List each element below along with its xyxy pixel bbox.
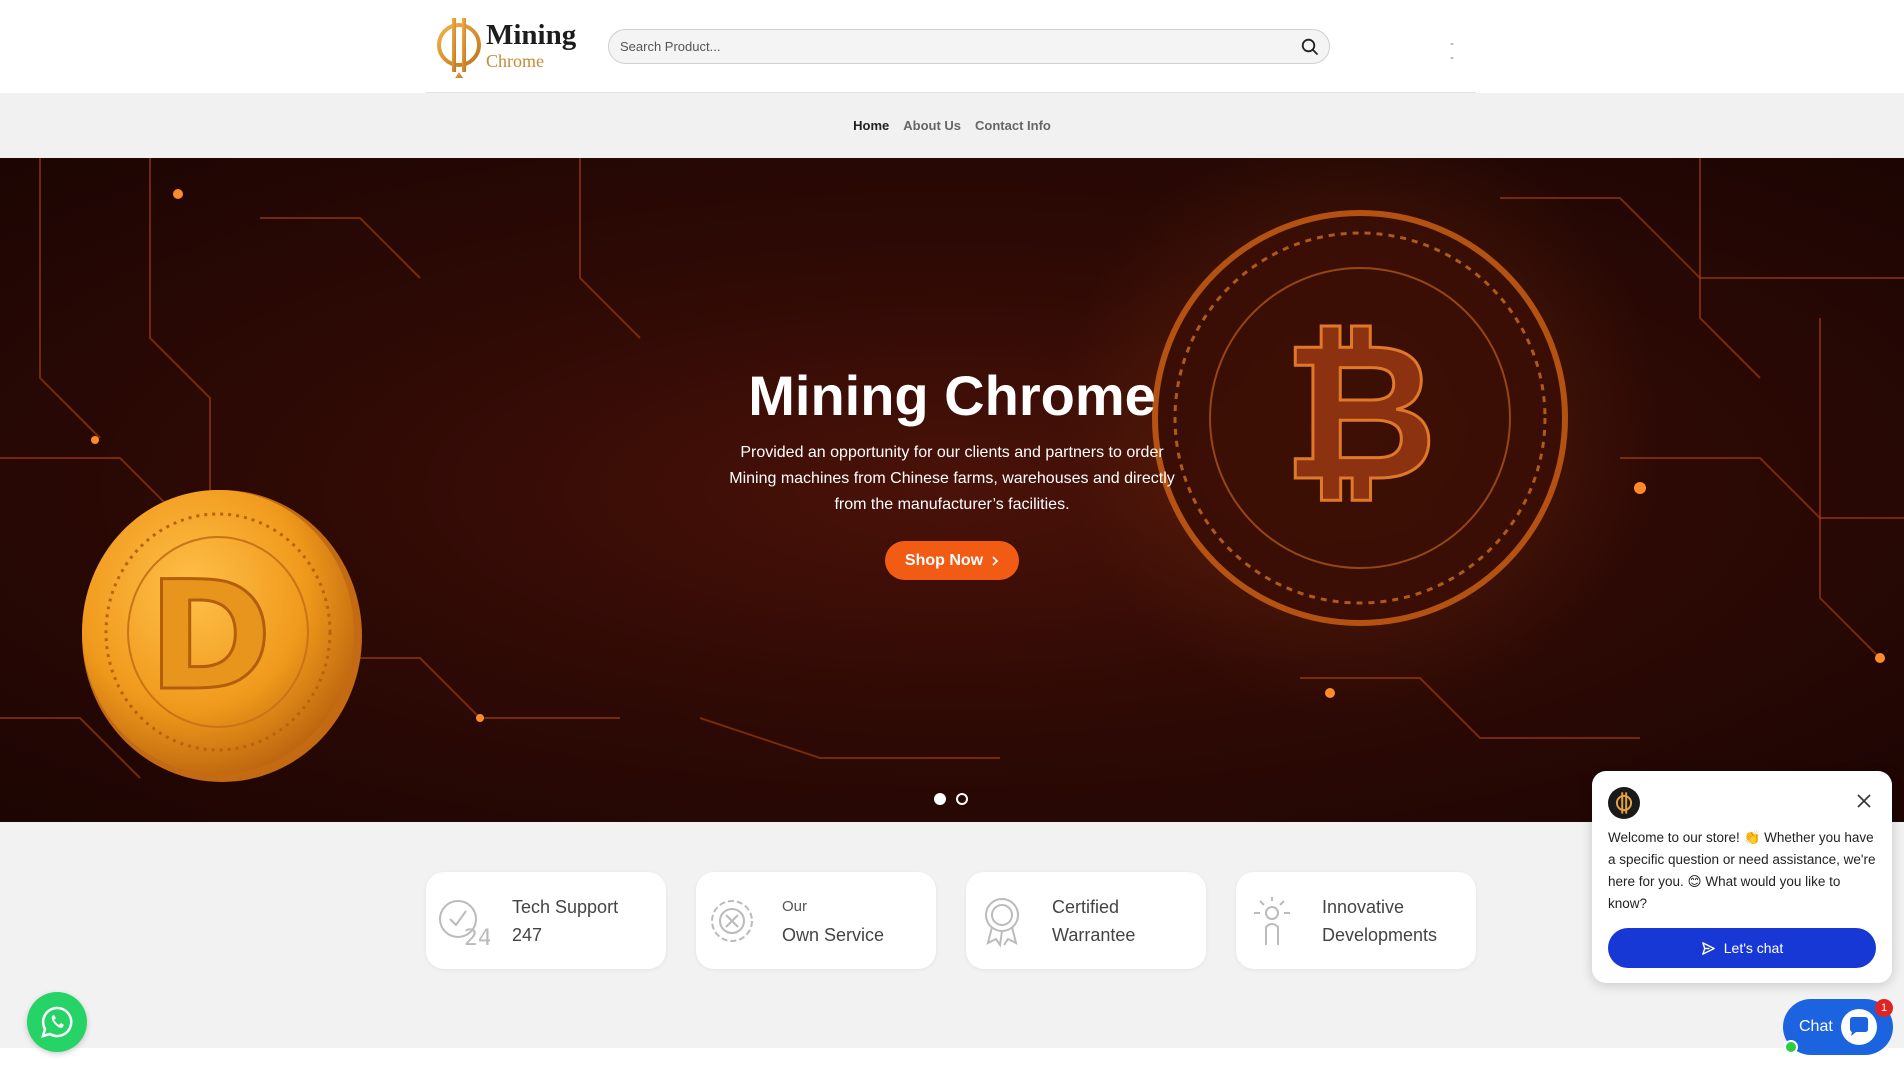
chat-welcome-message: Welcome to our store! 👏 Whether you have… xyxy=(1608,830,1876,911)
logo-mark-icon xyxy=(1615,792,1633,814)
feature-3-line1: Certified xyxy=(1052,896,1120,917)
feature-1-line2: 247 xyxy=(512,924,543,945)
close-icon[interactable] xyxy=(1854,791,1874,811)
lets-chat-button[interactable]: Let's chat xyxy=(1608,928,1876,968)
svg-text:24: 24 xyxy=(464,926,490,949)
nav-contact-info[interactable]: Contact Info xyxy=(973,118,1053,133)
shop-now-button[interactable]: Shop Now xyxy=(885,541,1019,580)
search-bar xyxy=(608,29,1330,64)
feature-4-line1: Innovative xyxy=(1322,896,1405,917)
header-inner: Mining Chrome - - xyxy=(426,0,1476,93)
brand-sub: Chrome xyxy=(486,50,544,71)
innovation-hand-icon xyxy=(1254,896,1290,945)
clock-24-icon: 24 xyxy=(439,899,490,949)
feature-own-service: Our Own Service xyxy=(696,872,936,969)
whatsapp-icon xyxy=(41,1006,73,1038)
slider-dots xyxy=(934,793,968,805)
search-button[interactable] xyxy=(1291,29,1329,64)
hero-banner: ₿ D Mining Chrome Provided an opportunit… xyxy=(0,158,1904,822)
feature-innovative-developments: Innovative Developments xyxy=(1236,872,1476,969)
search-input[interactable] xyxy=(609,39,1291,54)
shop-now-label: Shop Now xyxy=(904,551,984,569)
main-nav: Home About Us Contact Info xyxy=(0,93,1904,158)
online-status-dot xyxy=(1784,1040,1798,1054)
feature-4-line2: Developments xyxy=(1322,924,1438,945)
feature-tech-support: 24 Tech Support 247 xyxy=(426,872,666,969)
brand-name: Mining xyxy=(486,18,577,51)
gear-wrench-icon xyxy=(711,899,753,942)
header-account-links[interactable]: - - xyxy=(1450,36,1476,64)
nav-home[interactable]: Home xyxy=(851,118,891,133)
search-icon xyxy=(1301,38,1318,55)
site-header: Mining Chrome - - xyxy=(0,0,1904,93)
chat-bubble-icon xyxy=(1841,1009,1877,1045)
chevron-right-icon xyxy=(992,555,999,566)
feature-1-line1: Tech Support xyxy=(512,896,619,917)
store-avatar xyxy=(1608,787,1640,819)
page-bottom-strip xyxy=(0,1048,1904,1078)
hero-description: Provided an opportunity for our clients … xyxy=(729,444,1175,513)
svg-text:D: D xyxy=(148,550,273,724)
lets-chat-label: Let's chat xyxy=(1723,940,1784,956)
logo-mark-icon xyxy=(437,18,481,78)
dogecoin-coin-art: D xyxy=(82,490,362,782)
hero-title: Mining Chrome xyxy=(748,364,1156,427)
unread-badge: 1 xyxy=(1875,999,1893,1017)
feature-certified-warrantee: Certified Warrantee xyxy=(966,872,1206,969)
feature-3-line2: Warrantee xyxy=(1052,924,1136,945)
chat-launcher-button[interactable]: Chat 1 xyxy=(1783,999,1893,1055)
send-icon xyxy=(1701,941,1715,955)
whatsapp-button[interactable] xyxy=(27,992,87,1052)
chat-launcher-label: Chat xyxy=(1799,1018,1833,1035)
slider-dot-1[interactable] xyxy=(934,793,946,805)
chat-popup: Welcome to our store! 👏 Whether you have… xyxy=(1592,771,1892,983)
site-logo[interactable]: Mining Chrome xyxy=(436,12,576,78)
award-badge-icon xyxy=(985,897,1019,948)
slider-dot-2[interactable] xyxy=(956,793,968,805)
feature-2-line2: Own Service xyxy=(782,924,885,945)
nav-about-us[interactable]: About Us xyxy=(901,118,963,133)
feature-2-line1: Our xyxy=(782,897,808,915)
